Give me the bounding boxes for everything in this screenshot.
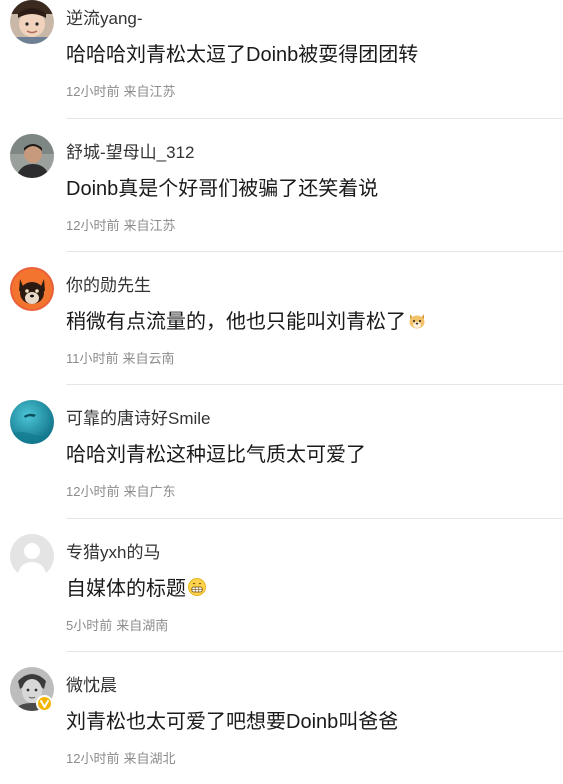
shiba-dog-avatar-icon <box>10 267 54 311</box>
divider <box>66 518 563 519</box>
comment-text-body: 哈哈刘青松这种逗比气质太可爱了 <box>66 444 366 466</box>
man-photo-avatar-icon <box>10 134 54 178</box>
boy-face-avatar-icon <box>10 0 54 44</box>
comment-location: 来自湖北 <box>123 751 176 766</box>
avatar[interactable] <box>10 0 54 44</box>
comment-username[interactable]: 专猎yxh的马 <box>66 538 160 563</box>
divider <box>66 118 563 119</box>
comment-username[interactable]: 微忱晨 <box>66 671 117 696</box>
comment-time: 12小时前 <box>66 84 120 99</box>
comment-text: 稍微有点流量的，他也只能叫刘青松了 <box>66 305 427 334</box>
comment-location: 来自江苏 <box>123 218 176 233</box>
comment-text: 哈哈刘青松这种逗比气质太可爱了 <box>66 438 366 467</box>
comment-location: 来自广东 <box>123 484 176 499</box>
divider <box>66 384 563 385</box>
grin-emoji-icon <box>187 577 207 597</box>
avatar[interactable] <box>10 134 54 178</box>
comment-meta: 12小时前 来自江苏 <box>66 81 175 100</box>
comment-text: 刘青松也太可爱了吧想要Doinb叫爸爸 <box>66 705 398 734</box>
comment-time: 11小时前 <box>66 351 119 366</box>
divider <box>66 251 563 252</box>
comment-location: 来自云南 <box>122 351 175 366</box>
comment-time: 12小时前 <box>66 751 120 766</box>
comment-username[interactable]: 可靠的唐诗好Smile <box>66 404 211 429</box>
comment-text: 哈哈哈刘青松太逗了Doinb被耍得团团转 <box>66 38 418 67</box>
comment-meta: 12小时前 来自江苏 <box>66 215 175 234</box>
comment-meta: 11小时前 来自云南 <box>66 348 175 367</box>
comment-meta: 12小时前 来自广东 <box>66 481 175 500</box>
comment-text-body: 哈哈哈刘青松太逗了Doinb被耍得团团转 <box>66 44 419 66</box>
comment-list: 逆流yang- 哈哈哈刘青松太逗了Doinb被耍得团团转 12小时前 来自江苏 舒… <box>0 0 563 784</box>
doge-emoji-icon <box>407 310 427 330</box>
divider <box>66 651 563 652</box>
default-user-avatar-icon <box>10 534 54 578</box>
comment-location: 来自湖南 <box>116 618 169 633</box>
comment-meta: 5小时前 来自湖南 <box>66 615 168 634</box>
avatar[interactable] <box>10 267 54 311</box>
comment-time: 5小时前 <box>66 618 113 633</box>
comment-location: 来自江苏 <box>123 84 176 99</box>
comment-text-body: 自媒体的标题 <box>66 578 186 600</box>
comment-username[interactable]: 你的勋先生 <box>66 271 151 296</box>
comment-username[interactable]: 逆流yang- <box>66 4 143 29</box>
comment-text: 自媒体的标题 <box>66 572 207 601</box>
comment-username[interactable]: 舒城-望母山_312 <box>66 138 194 163</box>
verified-badge-icon <box>36 695 53 712</box>
comment-text-body: 稍微有点流量的，他也只能叫刘青松了 <box>66 311 406 333</box>
avatar[interactable] <box>10 534 54 578</box>
avatar[interactable] <box>10 400 54 444</box>
comment-text: Doinb真是个好哥们被骗了还笑着说 <box>66 172 378 201</box>
ocean-avatar-icon <box>10 400 54 444</box>
comment-text-body: 刘青松也太可爱了吧想要Doinb叫爸爸 <box>66 711 399 733</box>
comment-time: 12小时前 <box>66 218 120 233</box>
comment-time: 12小时前 <box>66 484 120 499</box>
comment-meta: 12小时前 来自湖北 <box>66 748 175 767</box>
comment-text-body: Doinb真是个好哥们被骗了还笑着说 <box>66 178 379 200</box>
